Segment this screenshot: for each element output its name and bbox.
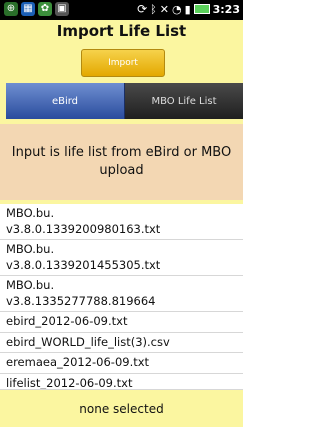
list-item[interactable]: ebird_2012-06-09.txt: [0, 312, 243, 333]
file-list: MBO.bu. v3.8.0.1339200980163.txt MBO.bu.…: [0, 204, 243, 395]
tab-ebird[interactable]: eBird: [6, 83, 125, 119]
info-message: Input is life list from eBird or MBO upl…: [0, 124, 243, 200]
wifi-icon: ◔: [171, 2, 182, 16]
bluetooth-icon: ᛒ: [150, 2, 157, 16]
source-tabs: eBird MBO Life List: [6, 83, 243, 119]
status-time: 3:23: [212, 2, 240, 16]
page-title: Import Life List: [56, 22, 187, 40]
list-item[interactable]: MBO.bu. v3.8.0.1339201455305.txt: [0, 240, 243, 277]
leaf-notification-icon: ✿: [38, 2, 52, 16]
list-item[interactable]: eremaea_2012-06-09.txt: [0, 353, 243, 374]
list-item[interactable]: MBO.bu. v3.8.1335277788.819664: [0, 276, 243, 313]
calendar-notification-icon: ▦: [21, 2, 35, 16]
sync-icon: ⟳: [137, 2, 148, 16]
app-notification-icon: ⊕: [4, 2, 18, 16]
signal-icon: ▮: [184, 2, 191, 16]
list-item[interactable]: ebird_WORLD_life_list(3).csv: [0, 333, 243, 354]
battery-icon: [193, 4, 210, 14]
photo-notification-icon: ▣: [55, 2, 69, 16]
import-button[interactable]: Import: [81, 49, 165, 77]
selection-status: none selected: [0, 390, 243, 427]
status-bar: ⊕ ▦ ✿ ▣ ⟳ ᛒ ✕ ◔ ▮ 3:23: [0, 0, 243, 20]
tab-mbo-life-list[interactable]: MBO Life List: [125, 83, 243, 119]
list-item[interactable]: MBO.bu. v3.8.0.1339200980163.txt: [0, 204, 243, 241]
mute-icon: ✕: [159, 2, 169, 16]
